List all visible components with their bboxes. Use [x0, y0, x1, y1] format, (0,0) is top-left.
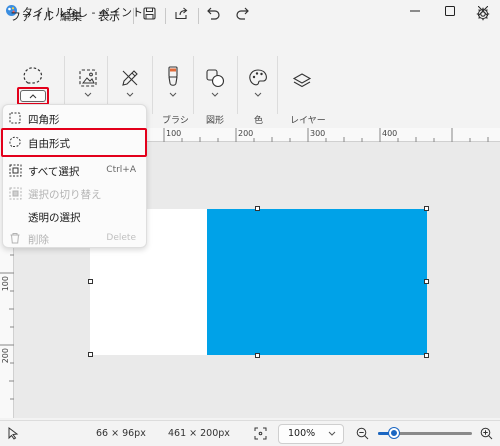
resize-handle[interactable] — [424, 279, 429, 284]
ruler-label: 400 — [382, 129, 398, 138]
shapes-label: 図形 — [206, 116, 225, 126]
dropdown-item-shortcut: Ctrl+A — [106, 165, 136, 175]
chevron-down-icon — [211, 92, 219, 97]
undo-button[interactable] — [207, 7, 221, 20]
menu-bar — [0, 22, 500, 50]
settings-button[interactable] — [476, 7, 490, 21]
selection-tool-button[interactable] — [22, 66, 44, 86]
freeform-highlight — [1, 128, 147, 157]
dropdown-item-label: すべて選択 — [28, 166, 80, 178]
zoom-in-button[interactable] — [480, 427, 493, 440]
zoom-slider-thumb[interactable] — [388, 428, 399, 438]
chevron-down-icon — [328, 431, 336, 437]
tools-chevron[interactable] — [126, 92, 134, 98]
dropdown-item-label: 選択の切り替え — [28, 189, 102, 201]
brush-button[interactable] — [165, 66, 181, 90]
invert-selection-icon — [9, 187, 22, 200]
minimize-icon — [410, 10, 420, 12]
fit-to-window-button[interactable] — [254, 427, 267, 440]
shapes-icon — [206, 69, 225, 88]
selection-size: 66 × 96px — [96, 428, 146, 439]
dropdown-item-transparent-selection[interactable]: 透明の選択 — [3, 206, 146, 228]
menu-file[interactable]: ファイル — [10, 8, 54, 24]
select-all-icon — [9, 164, 22, 177]
freeform-select-icon — [23, 67, 43, 84]
color-label: 色 — [254, 116, 264, 126]
canvas-filled-area[interactable] — [207, 209, 427, 355]
maximize-icon — [445, 6, 455, 16]
image-tools-button[interactable] — [78, 68, 98, 88]
toolbar-divider — [152, 56, 153, 114]
resize-handle[interactable] — [255, 353, 260, 358]
layers-button[interactable] — [292, 72, 312, 90]
zoom-out-icon — [356, 427, 369, 440]
layers-label: レイヤー — [290, 116, 326, 126]
rectangle-select-icon — [9, 112, 21, 124]
color-chevron[interactable] — [254, 92, 262, 98]
dropdown-item-label: 削除 — [28, 234, 49, 246]
dropdown-item-select-all[interactable]: すべて選択 Ctrl+A — [3, 160, 146, 182]
selection-dropdown-highlight — [17, 87, 49, 105]
cursor-position-icon — [8, 427, 19, 440]
shapes-button[interactable] — [205, 68, 225, 88]
ruler-label: 200 — [1, 348, 10, 364]
zoom-out-button[interactable] — [356, 427, 369, 440]
redo-button[interactable] — [235, 7, 249, 20]
color-button[interactable] — [248, 68, 268, 88]
chevron-down-icon — [84, 92, 92, 97]
zoom-value: 100% — [288, 428, 316, 439]
minimize-button[interactable] — [398, 0, 432, 22]
menu-divider — [133, 8, 134, 24]
ruler-label: 100 — [1, 276, 10, 292]
menu-view[interactable]: 表示 — [98, 8, 120, 24]
palette-icon — [249, 69, 267, 86]
resize-handle[interactable] — [88, 352, 93, 357]
dropdown-item-label: 透明の選択 — [28, 212, 81, 224]
redo-icon — [236, 7, 249, 20]
fit-screen-icon — [254, 427, 267, 440]
image-tools-chevron[interactable] — [84, 92, 92, 98]
horizontal-ruler: 100 200 300 400 — [146, 128, 500, 142]
toolbar-divider — [193, 56, 194, 114]
dropdown-item-rectangle[interactable]: 四角形 — [3, 108, 146, 130]
brush-chevron[interactable] — [169, 92, 177, 98]
maximize-button[interactable] — [433, 0, 467, 22]
chevron-down-icon — [126, 92, 134, 97]
gear-icon — [476, 7, 490, 21]
layers-icon — [292, 73, 312, 88]
save-icon — [143, 7, 156, 20]
tools-button[interactable] — [120, 68, 140, 88]
share-button[interactable] — [175, 7, 189, 20]
brush-icon — [168, 66, 178, 86]
resize-handle[interactable] — [424, 353, 429, 358]
shapes-chevron[interactable] — [211, 92, 219, 98]
zoom-in-icon — [480, 427, 493, 440]
ruler-label: 200 — [238, 129, 254, 138]
dropdown-item-invert-selection[interactable]: 選択の切り替え — [3, 183, 146, 205]
undo-icon — [207, 7, 220, 20]
image-icon — [79, 69, 97, 87]
canvas-size: 461 × 200px — [168, 428, 230, 439]
menu-divider — [165, 8, 166, 24]
toolbar-divider — [237, 56, 238, 114]
menu-edit[interactable]: 編集 — [60, 8, 82, 24]
zoom-select[interactable]: 100% — [278, 424, 344, 444]
save-button[interactable] — [143, 7, 156, 20]
trash-icon — [9, 232, 21, 244]
resize-handle[interactable] — [88, 279, 93, 284]
chevron-down-icon — [169, 92, 177, 97]
menu-divider — [198, 8, 199, 24]
chevron-down-icon — [254, 92, 262, 97]
dropdown-item-delete[interactable]: 削除 Delete — [3, 228, 146, 250]
ruler-label: 100 — [166, 129, 182, 138]
resize-handle[interactable] — [424, 206, 429, 211]
ruler-label: 300 — [310, 129, 326, 138]
dropdown-item-shortcut: Delete — [106, 233, 136, 243]
dropdown-item-label: 四角形 — [28, 114, 60, 126]
pencil-eraser-icon — [122, 70, 138, 86]
resize-handle[interactable] — [255, 206, 260, 211]
brush-label: ブラシ — [162, 116, 189, 126]
share-icon — [175, 7, 188, 20]
toolbar-divider — [277, 56, 278, 114]
